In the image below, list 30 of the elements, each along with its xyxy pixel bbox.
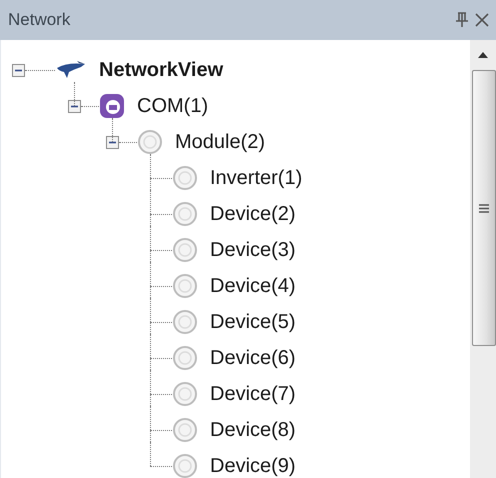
circle-icon	[172, 345, 198, 371]
collapse-icon[interactable]	[68, 100, 81, 112]
panel-title: Network	[8, 9, 70, 32]
tree-item[interactable]: Device(7)	[208, 382, 298, 406]
tree-item[interactable]: Device(2)	[208, 202, 298, 226]
collapse-icon[interactable]	[12, 64, 25, 76]
up-arrow-icon	[478, 52, 488, 58]
circle-icon	[172, 273, 198, 299]
circle-icon	[137, 129, 163, 155]
scrollbar-track[interactable]	[470, 40, 496, 478]
tree-item[interactable]: Device(8)	[208, 418, 298, 442]
circle-icon	[172, 381, 198, 407]
circle-icon	[172, 309, 198, 335]
port-icon	[99, 93, 125, 119]
circle-icon	[172, 165, 198, 191]
tree-item[interactable]: NetworkView	[97, 58, 226, 82]
tree-item[interactable]: Device(3)	[208, 238, 298, 262]
circle-icon	[172, 417, 198, 443]
tree-item[interactable]: Device(9)	[208, 454, 298, 478]
tree-item[interactable]: Device(6)	[208, 346, 298, 370]
circle-icon	[172, 237, 198, 263]
tree-item[interactable]: Inverter(1)	[208, 166, 304, 190]
tree-item[interactable]: Device(5)	[208, 310, 298, 334]
tree-item[interactable]: COM(1)	[135, 94, 210, 118]
scrollbar-thumb[interactable]	[472, 70, 496, 346]
circle-icon	[172, 453, 198, 478]
tree-item[interactable]: Module(2)	[173, 130, 268, 154]
circle-icon	[172, 201, 198, 227]
collapse-icon[interactable]	[106, 136, 119, 148]
tree-item[interactable]: Device(4)	[208, 274, 298, 298]
